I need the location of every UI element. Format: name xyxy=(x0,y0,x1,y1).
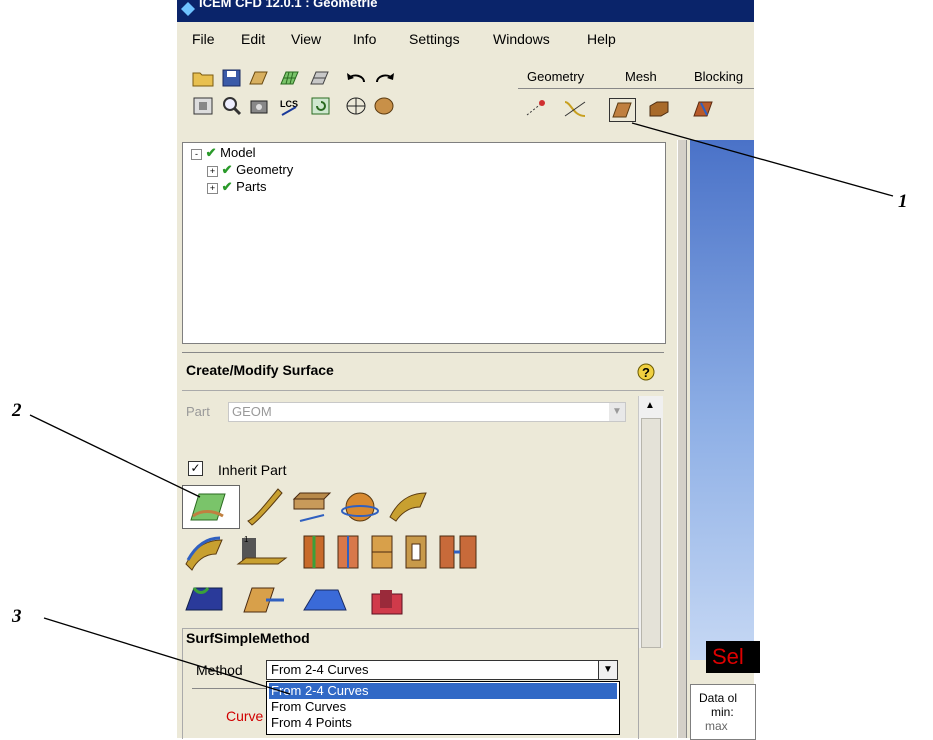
callout-1: 1 xyxy=(898,191,908,212)
callout-2: 2 xyxy=(12,400,22,421)
annotation-lines xyxy=(29,122,894,695)
callout-3: 3 xyxy=(12,606,22,627)
